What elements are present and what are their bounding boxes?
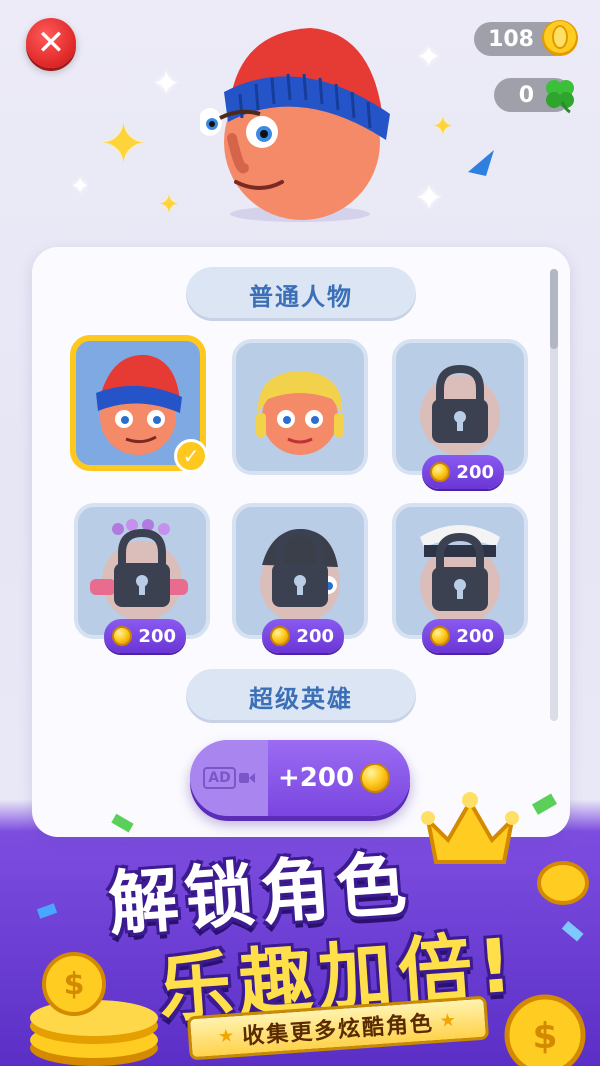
section-header-normal: 普通人物 <box>186 267 416 321</box>
scrollbar-thumb[interactable] <box>550 269 558 349</box>
price-value: 200 <box>456 625 494 647</box>
clover-icon <box>540 74 580 114</box>
ad-reward-amount: +200 <box>278 763 355 793</box>
watch-ad-button[interactable]: AD +200 <box>190 740 410 816</box>
bald-man-avatar <box>420 364 500 455</box>
coin-icon <box>112 626 132 646</box>
character-card-beanie-boy[interactable]: ✓ <box>70 335 208 473</box>
captain-avatar <box>420 525 500 625</box>
sparkle-icon: ✦ <box>416 40 442 75</box>
price-badge: 200 <box>262 619 344 653</box>
blonde-girl-avatar <box>256 371 344 455</box>
sparkle-icon: ✦ <box>158 190 180 220</box>
section-header-superhero: 超级英雄 <box>186 669 416 723</box>
selected-check-icon: ✓ <box>174 439 208 473</box>
coin-count: 108 <box>488 26 534 52</box>
scrollbar[interactable] <box>550 269 558 721</box>
svg-text:$: $ <box>532 1016 557 1057</box>
crown-icon <box>421 792 519 864</box>
sparkle-icon: ✦ <box>432 112 454 142</box>
confetti-icon <box>531 793 558 815</box>
confetti-icon <box>111 813 134 833</box>
sparkle-icon: ✦ <box>70 172 91 200</box>
ad-tag: AD <box>203 767 236 789</box>
confetti-icon <box>468 150 494 176</box>
video-ad-icon: AD <box>190 740 268 816</box>
close-icon: ✕ <box>36 23 66 63</box>
coin-icon <box>360 763 391 793</box>
coin-icon <box>537 861 589 905</box>
promo-ribbon-text: 收集更多炫酷角色 <box>241 1011 435 1050</box>
price-value: 200 <box>296 625 334 647</box>
flower-crown-girl-avatar <box>90 519 188 621</box>
character-card-blonde-girl[interactable] <box>232 339 368 475</box>
close-button[interactable]: ✕ <box>26 18 76 68</box>
sparkle-icon: ✦ <box>152 64 181 104</box>
price-value: 200 <box>138 625 176 647</box>
clover-balance: 0 <box>494 78 574 114</box>
character-card-captain[interactable]: 200 <box>392 503 528 653</box>
coin-icon <box>430 462 450 482</box>
sparkle-icon: ✦ <box>414 178 445 219</box>
clover-count: 0 <box>518 82 534 108</box>
confetti-icon <box>36 903 58 919</box>
star-icon: ★ <box>439 1009 459 1032</box>
sparkle-icon: ✦ <box>100 112 147 177</box>
character-preview <box>198 22 400 222</box>
price-badge: 200 <box>104 619 186 653</box>
black-beanie-man-avatar <box>260 528 340 623</box>
price-value: 200 <box>456 461 494 483</box>
character-card-bald-man[interactable]: 200 <box>392 339 528 489</box>
coin-icon <box>270 626 290 646</box>
price-badge: 200 <box>422 619 504 653</box>
svg-text:$: $ <box>64 967 85 1002</box>
coin-balance: 108 <box>474 20 578 56</box>
coin-stack-icon: $ <box>30 952 158 1066</box>
confetti-icon <box>561 920 584 942</box>
price-badge: 200 <box>422 455 504 489</box>
star-icon: ★ <box>217 1024 237 1047</box>
character-card-flower-crown-girl[interactable]: 200 <box>74 503 210 653</box>
character-card-black-beanie-man[interactable]: 200 <box>232 503 368 653</box>
coin-icon <box>430 626 450 646</box>
coin-icon <box>540 18 580 58</box>
